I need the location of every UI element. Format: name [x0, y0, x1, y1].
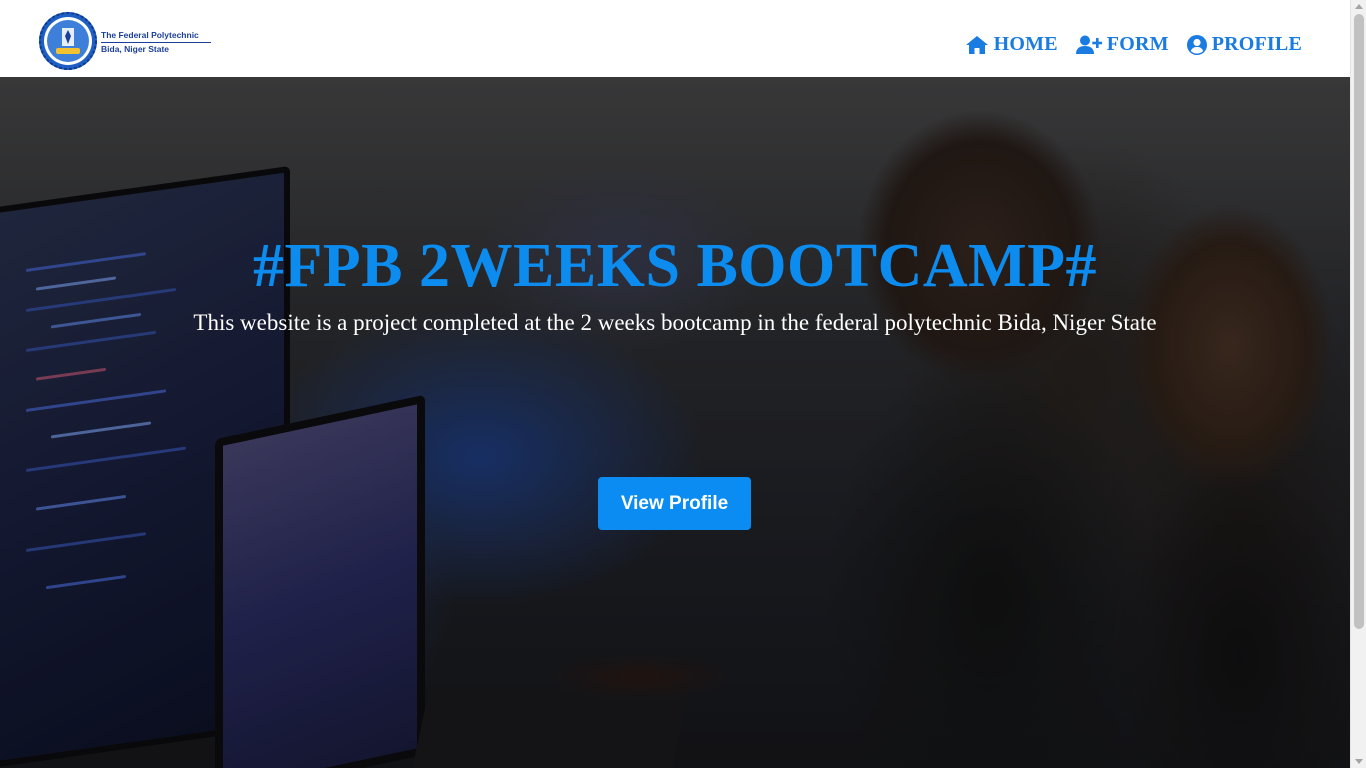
hero-title: #FPB 2WEEKS BOOTCAMP#: [252, 232, 1098, 300]
hero-subtitle: This website is a project completed at t…: [193, 310, 1157, 335]
home-icon: [965, 35, 988, 54]
user-plus-icon: [1075, 35, 1102, 54]
nav-profile[interactable]: PROFILE: [1186, 33, 1302, 56]
scroll-up-arrow-icon[interactable]: [1355, 4, 1363, 9]
nav-home-label: HOME: [993, 33, 1058, 55]
site-header: The Federal Polytechnic Bida, Niger Stat…: [0, 0, 1350, 77]
scroll-thumb[interactable]: [1354, 14, 1364, 629]
view-profile-button[interactable]: View Profile: [598, 477, 751, 530]
scroll-down-arrow-icon[interactable]: [1355, 759, 1363, 764]
hero-section: #FPB 2WEEKS BOOTCAMP# This website is a …: [0, 77, 1350, 768]
polytechnic-logo[interactable]: The Federal Polytechnic Bida, Niger Stat…: [38, 10, 211, 72]
logo-subtitle: Bida, Niger State: [101, 44, 170, 54]
hero-overlay: [0, 77, 1350, 768]
main-nav: HOME FORM PROFILE: [965, 33, 1302, 56]
polytechnic-seal-icon: [39, 12, 97, 70]
nav-profile-label: PROFILE: [1211, 33, 1302, 55]
nav-form-label: FORM: [1106, 33, 1169, 55]
nav-home[interactable]: HOME: [965, 33, 1058, 56]
page-scrollbar[interactable]: [1350, 0, 1366, 768]
user-circle-icon: [1186, 34, 1207, 55]
logo-title: The Federal Polytechnic: [101, 29, 211, 43]
nav-form[interactable]: FORM: [1075, 33, 1169, 56]
